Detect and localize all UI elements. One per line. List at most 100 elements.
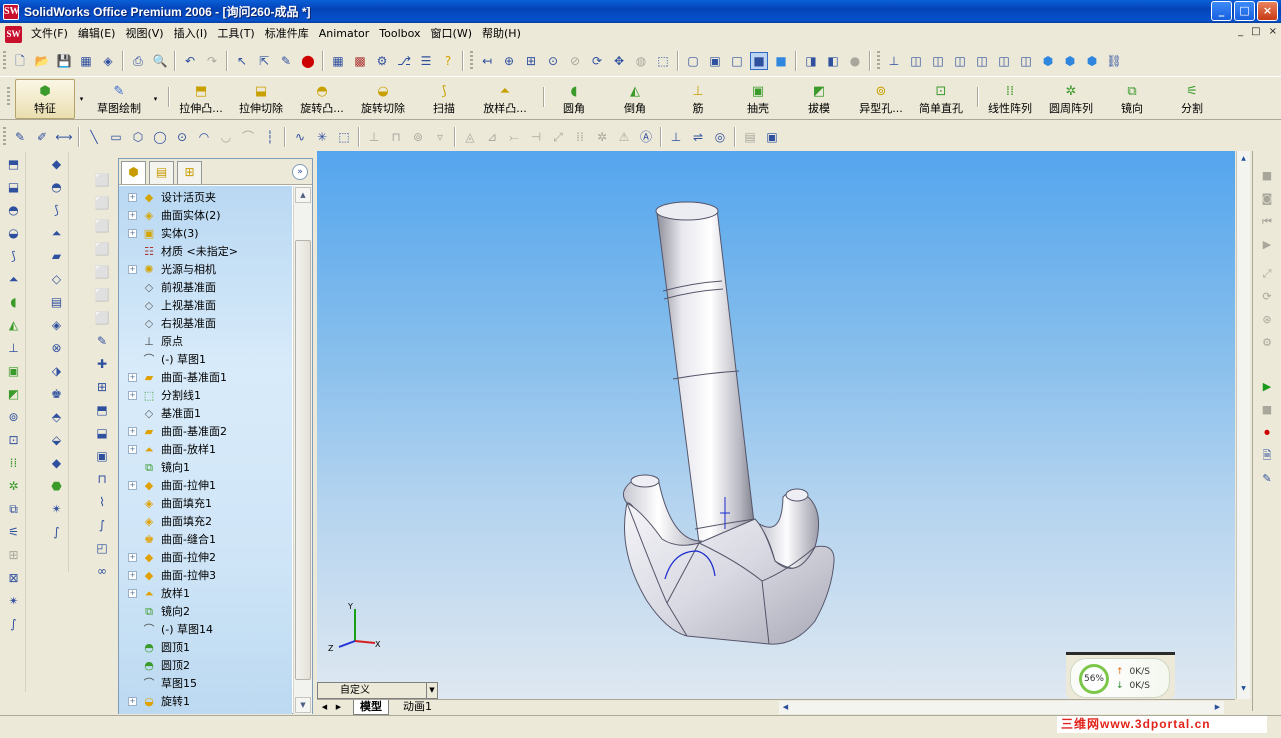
simple-hole-icon[interactable]: ⊡: [5, 431, 23, 448]
cube-icon[interactable]: ⬜: [93, 194, 111, 211]
scroll-up-arrow-icon[interactable]: ▲: [295, 187, 311, 203]
doc-restore-button[interactable]: □: [1251, 26, 1260, 37]
draft-icon[interactable]: ◩: [5, 385, 23, 402]
circular-pattern-button[interactable]: ✲ 圆周阵列: [1043, 79, 1099, 119]
shaded-icon[interactable]: ■: [772, 52, 790, 70]
component-icon[interactable]: ⊞: [93, 378, 111, 395]
minimize-button[interactable]: _: [1211, 1, 1232, 21]
linear-sketch-pattern-icon[interactable]: ⁞⁞: [571, 128, 589, 146]
convert-entities-icon[interactable]: ⊥: [365, 128, 383, 146]
menu-file[interactable]: 文件(F): [26, 24, 73, 44]
screen-capture-icon[interactable]: ▣: [763, 128, 781, 146]
solidworks-menu-logo-icon[interactable]: SW: [5, 25, 22, 43]
cube-icon[interactable]: ⬜: [93, 240, 111, 257]
circular-sketch-pattern-icon[interactable]: ✲: [593, 128, 611, 146]
stop-gray-icon[interactable]: ■: [1258, 401, 1276, 419]
toolbar-grip[interactable]: [3, 127, 6, 147]
hole-wizard-button[interactable]: ⊚ 异型孔...: [852, 79, 910, 119]
print-icon[interactable]: ⎙: [129, 52, 147, 70]
tree-item[interactable]: ◓ 圆顶2: [119, 656, 292, 674]
circular-pattern-icon[interactable]: ✲: [5, 477, 23, 494]
tab-features[interactable]: ⬢ 特征: [15, 79, 75, 119]
replace-face-icon[interactable]: ⬗: [48, 362, 66, 379]
tree-item[interactable]: + ◈ 曲面实体(2): [119, 206, 292, 224]
revolved-boss-icon[interactable]: ◓: [5, 201, 23, 218]
scrollbar-thumb[interactable]: [295, 240, 311, 680]
zoom-in-out-icon[interactable]: ⊙: [544, 52, 562, 70]
zoom-to-fit-icon[interactable]: ⊕: [500, 52, 518, 70]
tree-item[interactable]: + ◆ 曲面-拉伸2: [119, 548, 292, 566]
plus-sketch-icon[interactable]: ✚: [93, 355, 111, 372]
zoom-icon[interactable]: ⤢: [1258, 265, 1276, 283]
document-icon[interactable]: 🗎: [1258, 447, 1276, 465]
smart-dimension-icon[interactable]: ⟷: [55, 128, 73, 146]
tree-item[interactable]: + ◆ 设计活页夹: [119, 188, 292, 206]
toolbar-grip[interactable]: [877, 51, 880, 71]
revolved-boss-button[interactable]: ◓ 旋转凸...: [293, 79, 351, 119]
toolbar-grip[interactable]: [3, 51, 6, 71]
hidden-lines-visible-icon[interactable]: ▣: [706, 52, 724, 70]
view-orientation-select[interactable]: 自定义 ▼: [317, 682, 438, 699]
menu-tools[interactable]: 工具(T): [212, 24, 259, 44]
tree-item[interactable]: ◈ 曲面填充2: [119, 512, 292, 530]
sketch-edit-icon[interactable]: ✎: [277, 52, 295, 70]
tree-item[interactable]: ◇ 上视基准面: [119, 296, 292, 314]
tab-model[interactable]: 模型: [353, 700, 389, 715]
tab-sketch[interactable]: ✎ 草图绘制: [89, 79, 149, 119]
rectangle-icon[interactable]: ▭: [107, 128, 125, 146]
scale-icon[interactable]: ⊠: [5, 569, 23, 586]
bottom-view-icon[interactable]: ◫: [1017, 52, 1035, 70]
zoom-to-selection-icon[interactable]: ⊘: [566, 52, 584, 70]
shell-icon[interactable]: ▣: [5, 362, 23, 379]
tree-item[interactable]: ◇ 前视基准面: [119, 278, 292, 296]
make-assembly-icon[interactable]: ◈: [99, 52, 117, 70]
revolved-cut-button[interactable]: ◒ 旋转切除: [354, 79, 412, 119]
tree-item[interactable]: ⧉ 镜向2: [119, 602, 292, 620]
helix-icon[interactable]: ∫: [5, 615, 23, 632]
menu-view[interactable]: 视图(V): [120, 24, 168, 44]
front-view-icon[interactable]: ◫: [907, 52, 925, 70]
menu-edit[interactable]: 编辑(E): [73, 24, 121, 44]
tree-item[interactable]: ◓ 圆顶1: [119, 638, 292, 656]
tab-animation1[interactable]: 动画1: [397, 700, 438, 715]
tree-item[interactable]: + ⏶ 曲面-放样1: [119, 440, 292, 458]
tree-item[interactable]: + ⬚ 分割线1: [119, 386, 292, 404]
maximize-button[interactable]: □: [1234, 1, 1255, 21]
collapse-panel-icon[interactable]: »: [292, 164, 308, 180]
3-point-arc-icon[interactable]: ⌒: [239, 128, 257, 146]
fillet-button[interactable]: ◖ 圆角: [550, 79, 598, 119]
spring-icon[interactable]: ∫: [93, 516, 111, 533]
mirror-entities-icon[interactable]: ⊚: [409, 128, 427, 146]
right-view-icon[interactable]: ◫: [973, 52, 991, 70]
cube-icon[interactable]: ⬜: [93, 171, 111, 188]
expand-plus-icon[interactable]: +: [128, 696, 137, 706]
tree-item[interactable]: ♚ 曲面-缝合1: [119, 530, 292, 548]
simple-hole-button[interactable]: ⊡ 简单直孔: [914, 79, 968, 119]
planar-surface-icon[interactable]: ▰: [48, 247, 66, 264]
isometric-view-icon[interactable]: ⬢: [1039, 52, 1057, 70]
section-properties-icon[interactable]: ⊥: [667, 128, 685, 146]
centerpoint-arc-icon[interactable]: ◠: [195, 128, 213, 146]
play-icon[interactable]: ▶: [1258, 236, 1276, 254]
cut-icon[interactable]: ⬓: [93, 424, 111, 441]
new-document-icon[interactable]: 🗋: [11, 52, 29, 70]
expand-plus-icon[interactable]: +: [128, 480, 137, 490]
scroll-down-arrow-icon[interactable]: ▼: [295, 697, 311, 713]
tangent-arc-icon[interactable]: ◡: [217, 128, 235, 146]
play-green-icon[interactable]: ▶: [1258, 378, 1276, 396]
print-preview-icon[interactable]: 🔍: [151, 52, 169, 70]
expand-plus-icon[interactable]: +: [128, 192, 137, 202]
extrude-icon[interactable]: ⬒: [93, 401, 111, 418]
measure-icon[interactable]: ◎: [711, 128, 729, 146]
sweep-icon[interactable]: ⟆: [5, 247, 23, 264]
menu-standard-library[interactable]: 标准件库: [260, 24, 314, 44]
offset-surface-icon[interactable]: ◇: [48, 270, 66, 287]
chamfer-button[interactable]: ◭ 倒角: [611, 79, 659, 119]
toolbar-grip[interactable]: [470, 51, 473, 71]
sketch-icon[interactable]: ✎: [11, 128, 29, 146]
wrap-icon[interactable]: ◰: [93, 539, 111, 556]
lofted-surface-icon[interactable]: ⏶: [48, 224, 66, 241]
surface-curves-icon[interactable]: ✴: [48, 500, 66, 517]
rewind-icon[interactable]: ⏮: [1258, 213, 1276, 231]
save-icon[interactable]: 💾: [55, 52, 73, 70]
